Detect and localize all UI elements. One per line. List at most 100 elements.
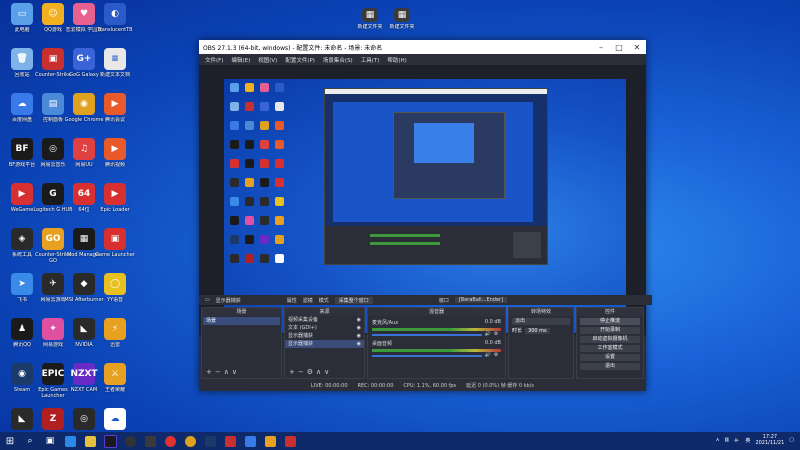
taskbar-app[interactable]	[240, 432, 260, 450]
desktop-icon[interactable]: ▶ Epic Loader	[95, 183, 135, 219]
eye-icon[interactable]: ◉	[357, 340, 361, 348]
taskbar-app[interactable]	[180, 432, 200, 450]
mixer-dock: 混音器 麦克风/Aux 0.0 dB 🔊 ⚙ 桌面音频 0.0 dB 🔊 ⚙	[367, 307, 506, 379]
eye-icon[interactable]: ◉	[357, 316, 361, 324]
source-item-selected[interactable]: 显示器捕获 ◉	[285, 340, 364, 348]
scene-footer-buttons[interactable]: +−∧∨	[206, 368, 240, 376]
mode-select[interactable]: 采集整个窗口	[334, 296, 373, 304]
menu-help[interactable]: 帮助(H)	[387, 56, 406, 64]
gear-icon[interactable]: ⚙	[494, 352, 498, 358]
menu-scene-collection[interactable]: 场景集合(S)	[323, 56, 353, 64]
notification-icon[interactable]: ▢	[789, 437, 794, 443]
volume-slider[interactable]	[372, 334, 482, 336]
studio-mode-button[interactable]: 工作室模式	[580, 345, 640, 352]
gear-icon[interactable]: ⚙	[494, 331, 498, 337]
scene-item[interactable]: 场景	[203, 317, 280, 325]
desktop-icon[interactable]: ▶ 腾讯视频	[95, 138, 135, 174]
taskbar-app[interactable]	[160, 432, 180, 450]
desktop-icon-label: 新建文本文档	[99, 72, 130, 78]
source-item[interactable]: 显示器捕获 ◉	[285, 332, 364, 340]
menu-view[interactable]: 视图(V)	[258, 56, 277, 64]
window-select[interactable]: [BeraBall...Ender]	[454, 297, 508, 303]
transition-select[interactable]: 淡出	[512, 318, 570, 325]
properties-button[interactable]: 属性	[287, 297, 297, 304]
desktop-icon[interactable]: ⚡ 迅雷	[95, 318, 135, 354]
maximize-button[interactable]: □	[610, 43, 628, 52]
cpu-status: CPU: 1.1%, 60.00 fps	[403, 382, 457, 389]
preview-mini-icon	[275, 102, 284, 111]
source-footer-buttons[interactable]: +−⚙∧∨	[289, 368, 332, 376]
duration-input[interactable]: 300 ms	[525, 327, 550, 334]
preview-mini-icon	[275, 140, 284, 149]
speaker-icon[interactable]: 🔊	[485, 352, 491, 358]
transitions-title: 转场特效	[509, 308, 573, 316]
clock[interactable]: 17:27 2021/11/21	[755, 434, 784, 446]
speaker-icon[interactable]: 🔊	[485, 331, 491, 337]
desktop-icon-label: 腾讯视频	[104, 162, 125, 168]
desktop-icon-label: 迅雷	[109, 342, 120, 348]
start-virtual-camera-button[interactable]: 启动虚拟摄像机	[580, 336, 640, 343]
start-button[interactable]: ⊞	[0, 432, 20, 450]
app-icon: G+	[73, 48, 95, 70]
app-icon: ◣	[73, 318, 95, 340]
search-icon: ⌕	[27, 436, 33, 446]
preview-mini-icon	[230, 121, 239, 130]
channel-level: 0.0 dB	[484, 340, 501, 346]
start-recording-button[interactable]: 开始录制	[580, 327, 640, 334]
app-icon: ◎	[42, 138, 64, 160]
taskview-button[interactable]: ▣	[40, 432, 60, 450]
minimize-button[interactable]: –	[592, 43, 610, 52]
source-item[interactable]: 视频采集设备 ◉	[285, 316, 364, 324]
preview-mini-icon	[230, 83, 239, 92]
desktop-icon[interactable]: ◐ TranslucentTB	[95, 3, 135, 39]
filters-button[interactable]: 滤镜	[303, 297, 313, 304]
stop-streaming-button[interactable]: 停止推流	[580, 318, 640, 325]
source-item[interactable]: 文本 (GDI+) ◉	[285, 324, 364, 332]
app-icon: ◣	[11, 408, 33, 430]
taskbar-app[interactable]	[60, 432, 80, 450]
menu-profile[interactable]: 配置文件(P)	[285, 56, 315, 64]
preview-mini-icon	[230, 102, 239, 111]
menu-file[interactable]: 文件(F)	[205, 56, 223, 64]
eye-icon[interactable]: ◉	[357, 332, 361, 340]
volume-icon[interactable]: 🔈	[734, 437, 740, 443]
app-icon: ▶	[11, 183, 33, 205]
desktop-icon[interactable]: ≡ 新建文本文档	[95, 48, 135, 84]
language-indicator[interactable]: 英	[745, 437, 750, 444]
menu-edit[interactable]: 编辑(E)	[231, 56, 250, 64]
network-icon[interactable]: ▥	[724, 437, 729, 443]
taskbar-app[interactable]	[200, 432, 220, 450]
taskbar-app[interactable]	[220, 432, 240, 450]
menu-tools[interactable]: 工具(T)	[361, 56, 380, 64]
controls-title: 控件	[577, 308, 643, 316]
app-icon: ▤	[42, 93, 64, 115]
menu-bar: 文件(F) 编辑(E) 视图(V) 配置文件(P) 场景集合(S) 工具(T) …	[199, 54, 646, 65]
taskbar-app[interactable]	[140, 432, 160, 450]
eye-icon[interactable]: ◉	[357, 324, 361, 332]
search-button[interactable]: ⌕	[20, 432, 40, 450]
close-button[interactable]: ✕	[628, 43, 646, 52]
desktop-icon[interactable]: ◯ YY语音	[95, 273, 135, 309]
taskbar-app[interactable]	[120, 432, 140, 450]
desktop-file-icon[interactable]: ▦ 新建文件夹	[382, 8, 422, 36]
obs-window[interactable]: OBS 27.1.3 (64-bit, windows) - 配置文件: 未命名…	[199, 40, 652, 391]
app-icon: ♥	[73, 3, 95, 25]
desktop-icon[interactable]: ▣ Game Launcher	[95, 228, 135, 264]
desktop-icon[interactable]: ▶ 腾讯会议	[95, 93, 135, 129]
preview-mini-icon	[245, 235, 254, 244]
obs-titlebar[interactable]: OBS 27.1.3 (64-bit, windows) - 配置文件: 未命名…	[199, 40, 646, 54]
taskbar-app[interactable]	[260, 432, 280, 450]
volume-slider[interactable]	[372, 355, 482, 357]
app-icon: ☺	[42, 3, 64, 25]
source-label: 显示器捕获	[288, 341, 314, 347]
chevron-up-icon[interactable]: ∧	[716, 437, 720, 443]
desktop-icon[interactable]: ⚔ 王者荣耀	[95, 363, 135, 399]
exit-button[interactable]: 退出	[580, 363, 640, 370]
taskbar-app[interactable]	[100, 432, 120, 450]
taskbar-app[interactable]	[280, 432, 300, 450]
app-icon: ☁	[104, 408, 126, 430]
taskbar-app[interactable]	[80, 432, 100, 450]
file-icon: ▦	[362, 8, 378, 22]
app-icon: ◉	[11, 363, 33, 385]
settings-button[interactable]: 设置	[580, 354, 640, 361]
